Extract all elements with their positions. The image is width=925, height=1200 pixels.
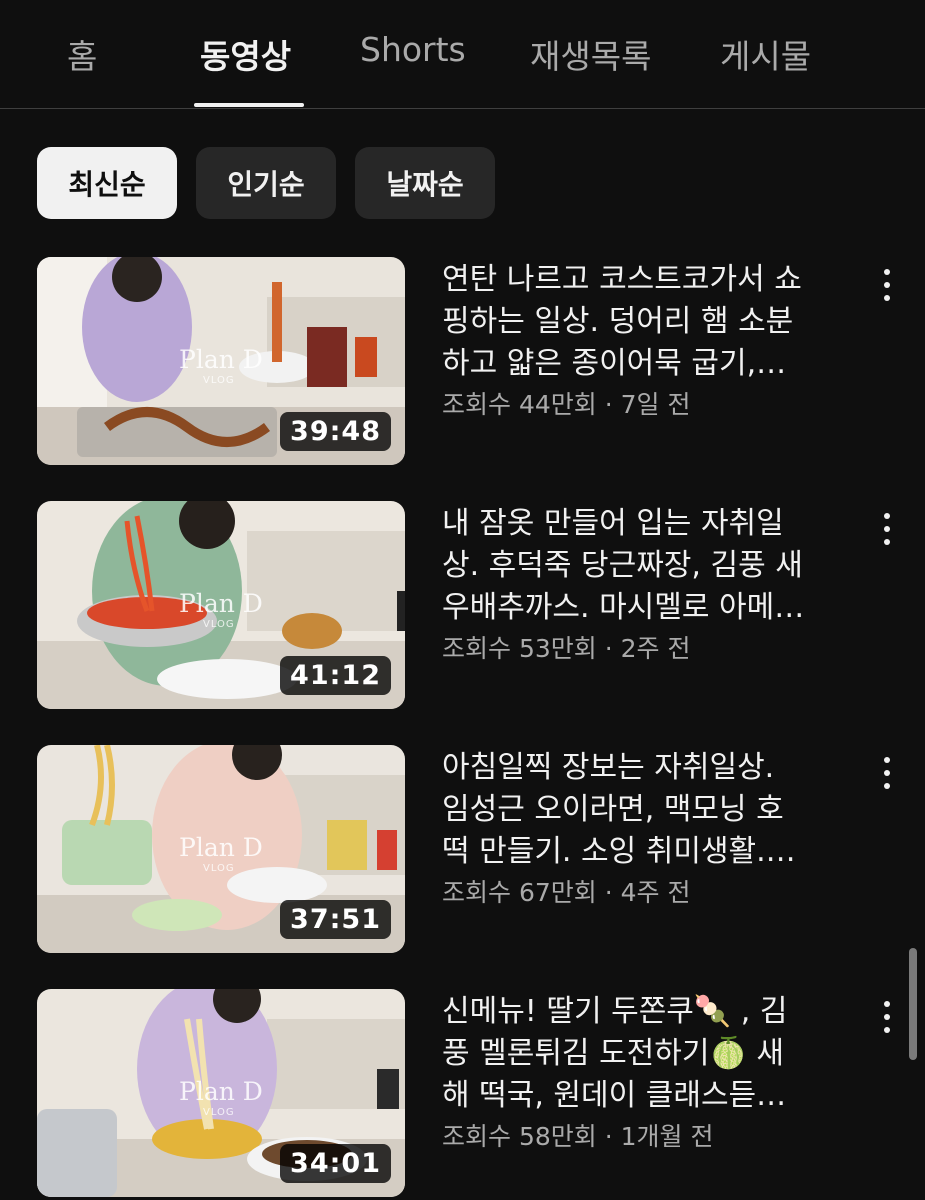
video-meta: 조회수 53만회 · 2주 전 [442, 629, 690, 665]
channel-watermark: Plan D [179, 1077, 263, 1106]
video-card[interactable]: Plan D VLOG 34:01 신메뉴! 딸기 두쫀쿠🍡 , 김 풍 멜론튀… [0, 989, 925, 1197]
more-options-icon[interactable] [872, 997, 902, 1037]
upload-age: 4주 전 [620, 878, 691, 907]
upload-age: 1개월 전 [620, 1122, 714, 1151]
view-count: 조회수 58만회 [442, 1122, 597, 1151]
video-title-line: 떡 만들기. 소잉 취미생활.… [442, 834, 796, 869]
video-title-line: 풍 멜론튀김 도전하기🍈 새 [442, 1036, 784, 1071]
meta-separator: · [596, 390, 621, 419]
video-title[interactable]: 신메뉴! 딸기 두쫀쿠🍡 , 김 풍 멜론튀김 도전하기🍈 새 해 떡국, 원데… [442, 991, 860, 1117]
sort-chip-oldest[interactable]: 날짜순 [355, 147, 495, 219]
duration-badge: 34:01 [280, 1144, 391, 1183]
video-title[interactable]: 아침일찍 장보는 자취일상. 임성근 오이라면, 맥모닝 호 떡 만들기. 소잉… [442, 747, 860, 873]
tab-playlists[interactable]: 재생목록 [530, 30, 651, 78]
channel-watermark-sub: VLOG [203, 375, 235, 386]
tab-videos[interactable]: 동영상 [200, 30, 291, 78]
video-meta: 조회수 67만회 · 4주 전 [442, 873, 690, 909]
video-title-line: 핑하는 일상. 덩어리 햄 소분 [442, 304, 794, 339]
view-count: 조회수 53만회 [442, 634, 597, 663]
channel-watermark: Plan D [179, 589, 263, 618]
video-title-line: 우배추까스. 마시멜로 아메… [442, 590, 805, 625]
channel-watermark-sub: VLOG [203, 863, 235, 874]
video-meta: 조회수 44만회 · 7일 전 [442, 385, 690, 421]
meta-separator: · [596, 634, 621, 663]
video-title-line: 상. 후덕죽 당근짜장, 김풍 새 [442, 548, 803, 583]
sort-chip-latest[interactable]: 최신순 [37, 147, 177, 219]
upload-age: 7일 전 [620, 390, 691, 419]
video-title-line: 아침일찍 장보는 자취일상. [442, 750, 775, 785]
duration-badge: 37:51 [280, 900, 391, 939]
duration-badge: 39:48 [280, 412, 391, 451]
channel-watermark-sub: VLOG [203, 619, 235, 630]
video-title[interactable]: 내 잠옷 만들어 입는 자취일 상. 후덕죽 당근짜장, 김풍 새 우배추까스.… [442, 503, 860, 629]
video-title-line: 신메뉴! 딸기 두쫀쿠🍡 , 김 [442, 994, 788, 1029]
video-thumbnail[interactable]: Plan D VLOG 41:12 [37, 501, 405, 709]
tab-home[interactable]: 홈 [67, 30, 97, 78]
video-title-line: 내 잠옷 만들어 입는 자취일 [442, 506, 784, 541]
video-title-line: 연탄 나르고 코스트코가서 쇼 [442, 262, 802, 297]
video-title-line: 해 떡국, 원데이 클래스듣… [442, 1078, 787, 1113]
channel-watermark: Plan D [179, 833, 263, 862]
view-count: 조회수 44만회 [442, 390, 597, 419]
tab-posts[interactable]: 게시물 [720, 30, 811, 78]
channel-watermark: Plan D [179, 345, 263, 374]
meta-separator: · [596, 1122, 621, 1151]
video-title[interactable]: 연탄 나르고 코스트코가서 쇼 핑하는 일상. 덩어리 햄 소분 하고 얇은 종… [442, 259, 860, 385]
video-thumbnail[interactable]: Plan D VLOG 34:01 [37, 989, 405, 1197]
video-meta: 조회수 58만회 · 1개월 전 [442, 1117, 713, 1153]
scrollbar[interactable] [909, 948, 917, 1060]
video-title-line: 하고 얇은 종이어묵 굽기,… [442, 346, 787, 381]
video-thumbnail[interactable]: Plan D VLOG 39:48 [37, 257, 405, 465]
video-card[interactable]: Plan D VLOG 39:48 연탄 나르고 코스트코가서 쇼 핑하는 일상… [0, 257, 925, 465]
video-title-line: 임성근 오이라면, 맥모닝 호 [442, 792, 784, 827]
more-options-icon[interactable] [872, 509, 902, 549]
tab-shorts[interactable]: Shorts [360, 30, 466, 69]
sort-chip-popular[interactable]: 인기순 [196, 147, 336, 219]
video-card[interactable]: Plan D VLOG 41:12 내 잠옷 만들어 입는 자취일 상. 후덕죽… [0, 501, 925, 709]
channel-watermark-sub: VLOG [203, 1107, 235, 1118]
duration-badge: 41:12 [280, 656, 391, 695]
view-count: 조회수 67만회 [442, 878, 597, 907]
video-card[interactable]: Plan D VLOG 37:51 아침일찍 장보는 자취일상. 임성근 오이라… [0, 745, 925, 953]
more-options-icon[interactable] [872, 753, 902, 793]
active-tab-indicator [194, 103, 304, 107]
more-options-icon[interactable] [872, 265, 902, 305]
meta-separator: · [596, 878, 621, 907]
channel-tab-bar: 홈 동영상 Shorts 재생목록 게시물 [0, 0, 925, 109]
video-thumbnail[interactable]: Plan D VLOG 37:51 [37, 745, 405, 953]
upload-age: 2주 전 [620, 634, 691, 663]
